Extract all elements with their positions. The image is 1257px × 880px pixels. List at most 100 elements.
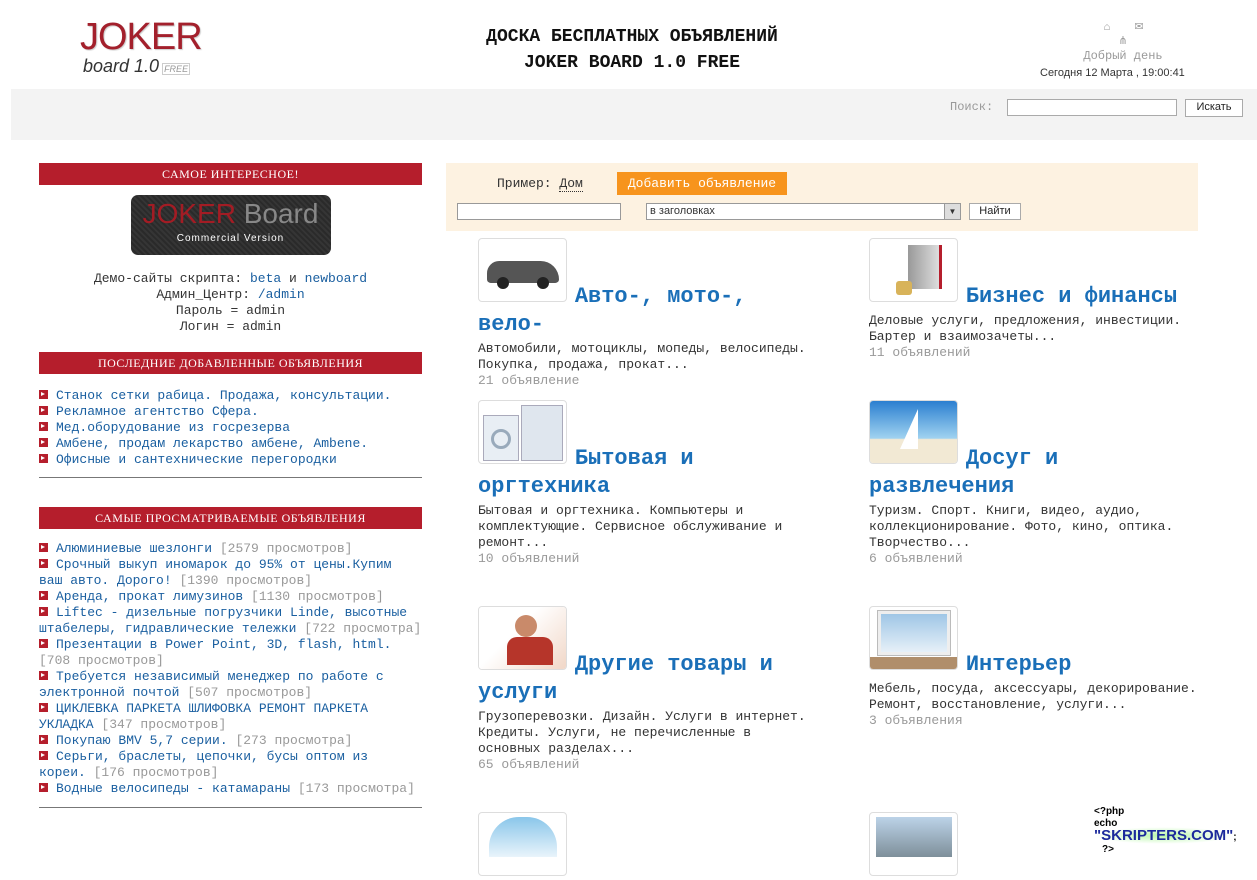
category-card: Авто-, мото-, вело- Автомобили, мотоцикл… (478, 238, 818, 388)
wm-brand: "SKRIPTERS.COM" (1094, 827, 1234, 844)
popular-item[interactable]: Аренда, прокат лимузинов [1130 просмотро… (39, 589, 422, 605)
latest-item[interactable]: Станок сетки рабица. Продажа, консультац… (39, 388, 422, 404)
category-description: Грузоперевозки. Дизайн. Услуги в интерне… (478, 709, 806, 756)
latest-header: ПОСЛЕДНИЕ ДОБАВЛЕННЫЕ ОБЪЯВЛЕНИЯ (39, 352, 422, 374)
admin-link[interactable]: /admin (258, 287, 305, 302)
wm-line3: ?> (1102, 844, 1114, 855)
popular-item-link[interactable]: Покупаю BMV 5,7 серии. (56, 733, 228, 748)
popular-item[interactable]: Liftec - дизельные погрузчики Linde, выс… (39, 605, 422, 637)
latest-item[interactable]: Мед.оборудование из госрезерва (39, 420, 422, 436)
bullet-icon (39, 406, 48, 415)
category-image[interactable] (478, 400, 567, 464)
latest-item[interactable]: Рекламное агентство Сфера. (39, 404, 422, 420)
top-icons: ⌂ ✉⋔ Добрый день (1078, 20, 1168, 63)
search-label: Поиск: (950, 100, 994, 114)
category-card-partial (478, 812, 818, 880)
category-count: 21 объявление (478, 373, 580, 388)
divider (39, 807, 422, 808)
bullet-icon (39, 607, 48, 616)
latest-item[interactable]: Офисные и сантехнические перегородки (39, 452, 422, 468)
category-count: 3 объявления (869, 713, 963, 728)
logo-main: JOKER (80, 16, 203, 58)
bullet-icon (39, 751, 48, 760)
site-logo[interactable]: JOKER board 1.0 FREE (80, 18, 205, 78)
view-count: [1390 просмотров] (179, 573, 313, 588)
popular-item[interactable]: Серьги, браслеты, цепочки, бусы оптом из… (39, 749, 422, 781)
category-image[interactable] (869, 400, 958, 464)
category-description: Деловые услуги, предложения, инвестиции.… (869, 313, 1182, 344)
view-count: [347 просмотров] (101, 717, 227, 732)
category-description: Туризм. Спорт. Книги, видео, аудио, колл… (869, 503, 1174, 550)
demo-link-beta[interactable]: beta (250, 271, 281, 286)
popular-item-link[interactable]: Водные велосипеды - катамараны (56, 781, 290, 796)
latest-list: Станок сетки рабица. Продажа, консультац… (39, 388, 422, 468)
category-image[interactable] (869, 606, 958, 670)
bullet-icon (39, 703, 48, 712)
search-input[interactable] (1007, 99, 1177, 116)
category-description: Бытовая и оргтехника. Компьютеры и компл… (478, 503, 783, 550)
view-count: [507 просмотров] (187, 685, 313, 700)
latest-item[interactable]: Амбене, продам лекарство амбене, Ambene. (39, 436, 422, 452)
add-ad-button[interactable]: Добавить объявление (617, 172, 787, 195)
bullet-icon (39, 735, 48, 744)
bullet-icon (39, 438, 48, 447)
password-info: Пароль = admin (175, 303, 286, 318)
wm-semicolon: ; (1233, 832, 1237, 843)
watermark: <?php echo "SKRIPTERS.COM"; ?> (1094, 806, 1257, 856)
find-button[interactable]: Найти (969, 203, 1021, 220)
category-count: 6 объявлений (869, 551, 963, 566)
title-line-2: JOKER BOARD 1.0 FREE (523, 53, 741, 73)
demo-and: и (289, 271, 297, 286)
search-button[interactable]: Искать (1185, 99, 1243, 117)
latest-item-link[interactable]: Мед.оборудование из госрезерва (56, 420, 290, 435)
bullet-icon (39, 671, 48, 680)
popular-item[interactable]: Презентации в Power Point, 3D, flash, ht… (39, 637, 422, 669)
popular-header: САМЫЕ ПРОСМАТРИВАЕМЫЕ ОБЪЯВЛЕНИЯ (39, 507, 422, 529)
popular-item[interactable]: Требуется независимый менеджер по работе… (39, 669, 422, 701)
wm-line1: <?php (1094, 806, 1125, 817)
popular-item[interactable]: ЦИКЛЕВКА ПАРКЕТА ШЛИФОВКА РЕМОНТ ПАРКЕТА… (39, 701, 422, 733)
view-count: [708 просмотров] (39, 653, 164, 668)
category-image[interactable] (869, 238, 958, 302)
home-icon[interactable]: ⌂ (1099, 22, 1115, 34)
interesting-header: САМОЕ ИНТЕРЕСНОЕ! (39, 163, 422, 185)
popular-item[interactable]: Алюминиевые шезлонги [2579 просмотров] (39, 541, 422, 557)
divider (39, 477, 422, 478)
chevron-down-icon: ▼ (944, 204, 960, 219)
admin-label: Админ_Центр: (156, 287, 250, 302)
search-scope-select[interactable]: в заголовках ▼ (646, 203, 961, 220)
logo-badge: FREE (162, 63, 191, 75)
category-description: Мебель, посуда, аксессуары, декорировани… (869, 681, 1197, 712)
popular-item-link[interactable]: Алюминиевые шезлонги (56, 541, 212, 556)
category-image[interactable] (869, 812, 958, 876)
main-search-input[interactable] (457, 203, 621, 220)
latest-item-link[interactable]: Рекламное агентство Сфера. (56, 404, 259, 419)
example-label: Пример: (497, 176, 552, 191)
popular-item[interactable]: Покупаю BMV 5,7 серии. [273 просмотра] (39, 733, 422, 749)
promo-banner[interactable]: JOKER Board Commercial Version (130, 195, 331, 255)
mail-icon[interactable]: ✉ (1131, 20, 1147, 34)
popular-item[interactable]: Водные велосипеды - катамараны [173 прос… (39, 781, 422, 797)
demo-link-newboard[interactable]: newboard (305, 271, 367, 286)
sitemap-icon[interactable]: ⋔ (1115, 34, 1131, 48)
greeting: Добрый день (1083, 49, 1163, 63)
view-count: [1130 просмотров] (251, 589, 384, 604)
bullet-icon (39, 454, 48, 463)
category-count: 65 объявлений (478, 757, 580, 772)
latest-item-link[interactable]: Станок сетки рабица. Продажа, консультац… (56, 388, 391, 403)
latest-item-link[interactable]: Офисные и сантехнические перегородки (56, 452, 337, 467)
login-info: Логин = admin (179, 319, 282, 334)
latest-item-link[interactable]: Амбене, продам лекарство амбене, Ambene. (56, 436, 368, 451)
popular-item-link[interactable]: Аренда, прокат лимузинов (56, 589, 243, 604)
category-image[interactable] (478, 606, 567, 670)
category-title[interactable]: Интерьер (966, 652, 1072, 677)
bullet-icon (39, 639, 48, 648)
category-image[interactable] (478, 812, 567, 876)
popular-item-link[interactable]: Презентации в Power Point, 3D, flash, ht… (56, 637, 391, 652)
popular-item[interactable]: Срочный выкуп иномарок до 95% от цены.Ку… (39, 557, 422, 589)
view-count: [2579 просмотров] (219, 541, 353, 556)
view-count: [722 просмотра] (304, 621, 422, 636)
category-title[interactable]: Бизнес и финансы (966, 284, 1177, 309)
category-image[interactable] (478, 238, 567, 302)
example-link[interactable]: Дом (559, 176, 583, 192)
